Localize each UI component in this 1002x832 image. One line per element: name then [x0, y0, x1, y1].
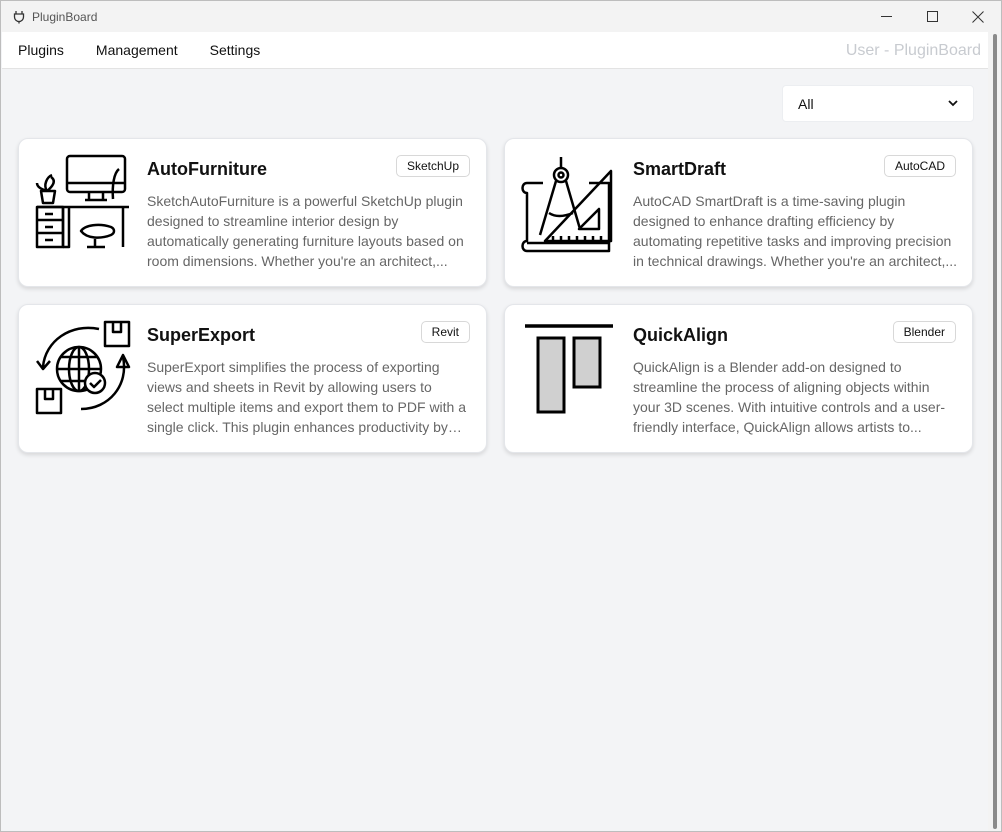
- minimize-icon: [880, 16, 892, 17]
- title-bar[interactable]: PluginBoard: [1, 1, 1001, 32]
- platform-filter-select[interactable]: All: [782, 85, 974, 122]
- app-window: PluginBoard Plugins Management Settings …: [0, 0, 1002, 832]
- platform-tag: AutoCAD: [883, 155, 956, 177]
- plugin-name: SuperExport: [147, 325, 256, 345]
- platform-tag: Blender: [892, 321, 956, 343]
- chevron-down-icon: [948, 100, 958, 107]
- plugin-list: All AutoFurniture SketchUp SketchAutoFur…: [2, 69, 989, 831]
- scrollbar-thumb[interactable]: [993, 34, 997, 829]
- minimize-button[interactable]: [863, 1, 909, 32]
- plugin-name: QuickAlign: [633, 325, 729, 345]
- menu-bar: Plugins Management Settings User - Plugi…: [2, 32, 989, 69]
- plugin-description: AutoCAD SmartDraft is a time-saving plug…: [633, 193, 958, 269]
- plugin-name: AutoFurniture: [147, 159, 267, 179]
- maximize-icon: [926, 11, 938, 22]
- user-label: User - PluginBoard: [845, 41, 981, 59]
- plug-icon: [11, 9, 27, 25]
- drafting-compass-icon: [519, 153, 619, 253]
- plugin-description: QuickAlign is a Blender add-on designed …: [633, 359, 946, 435]
- plugin-description: SketchAutoFurniture is a powerful Sketch…: [147, 193, 464, 269]
- plugin-card-superexport[interactable]: SuperExport Revit SuperExport simplifies…: [18, 304, 487, 453]
- furniture-desk-icon: [33, 153, 133, 253]
- plugin-card-smartdraft[interactable]: SmartDraft AutoCAD AutoCAD SmartDraft is…: [504, 138, 973, 287]
- menu-settings[interactable]: Settings: [194, 32, 277, 69]
- global-export-icon: [33, 319, 133, 419]
- plugin-description: SuperExport simplifies the process of ex…: [147, 359, 467, 435]
- align-top-icon: [519, 319, 619, 419]
- close-button[interactable]: [955, 1, 1001, 32]
- plugin-name: SmartDraft: [633, 159, 727, 179]
- window-title: PluginBoard: [32, 9, 98, 24]
- close-icon: [972, 10, 984, 23]
- platform-tag: Revit: [420, 321, 470, 343]
- filter-selected-value: All: [798, 95, 814, 112]
- menu-management[interactable]: Management: [80, 32, 194, 69]
- menu-plugins[interactable]: Plugins: [2, 32, 80, 69]
- vertical-scrollbar[interactable]: [988, 32, 1000, 831]
- plugin-card-quickalign[interactable]: QuickAlign Blender QuickAlign is a Blend…: [504, 304, 973, 453]
- window-controls: [863, 1, 1001, 32]
- platform-tag: SketchUp: [395, 155, 470, 177]
- maximize-button[interactable]: [909, 1, 955, 32]
- plugin-card-autofurniture[interactable]: AutoFurniture SketchUp SketchAutoFurnitu…: [18, 138, 487, 287]
